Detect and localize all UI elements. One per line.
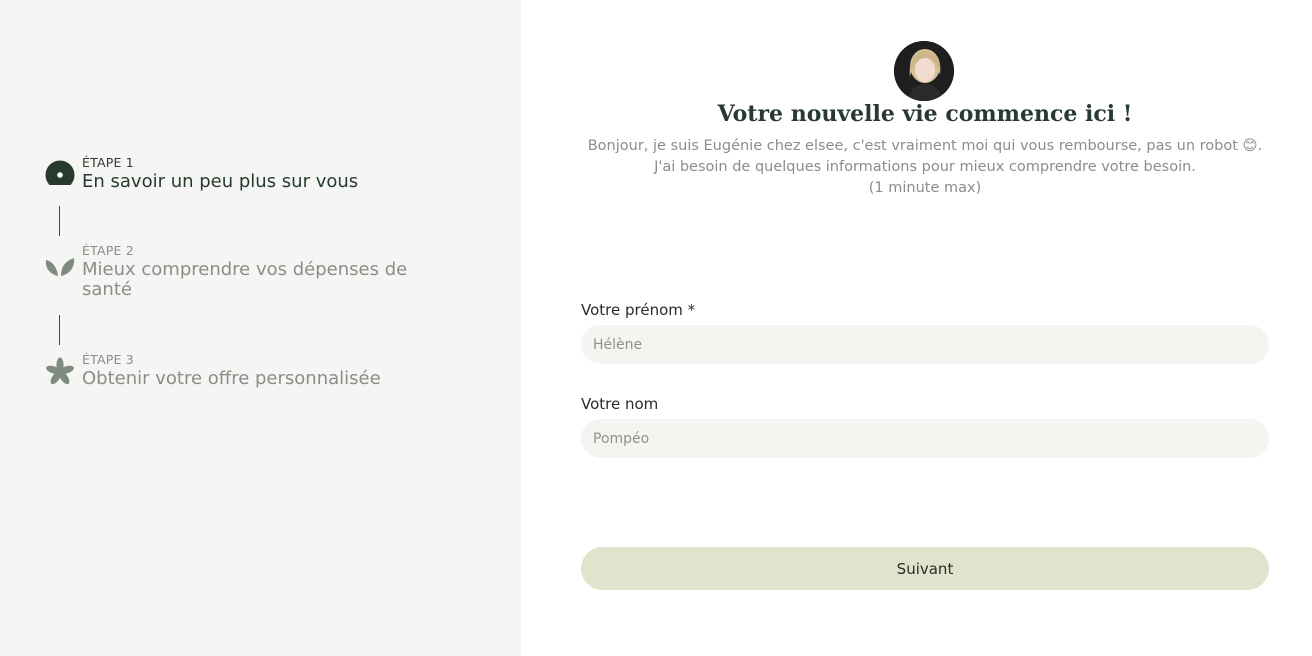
step-connector bbox=[59, 206, 60, 236]
step-3-label: ÉTAPE 3 bbox=[82, 352, 134, 367]
first-name-input[interactable] bbox=[581, 325, 1269, 364]
next-button[interactable]: Suivant bbox=[581, 547, 1269, 590]
last-name-label: Votre nom bbox=[581, 395, 659, 413]
last-name-input[interactable] bbox=[581, 419, 1269, 458]
step-3-title: Obtenir votre offre personnalisée bbox=[82, 368, 381, 389]
intro-line-3: (1 minute max) bbox=[868, 180, 982, 196]
circle-dot-icon bbox=[45, 155, 75, 190]
step-1-label: ÉTAPE 1 bbox=[82, 155, 134, 170]
page-title: Votre nouvelle vie commence ici ! bbox=[717, 101, 1133, 127]
flower-icon bbox=[45, 352, 75, 385]
first-name-label: Votre prénom * bbox=[581, 301, 696, 319]
step-2: ÉTAPE 2 Mieux comprendre vos dépenses de… bbox=[45, 243, 442, 300]
form-panel: Votre nouvelle vie commence ici ! Bonjou… bbox=[521, 0, 1312, 656]
step-connector bbox=[59, 315, 60, 345]
intro-line-1: Bonjour, je suis Eugénie chez elsee, c'e… bbox=[587, 138, 1263, 154]
leaf-icon bbox=[45, 243, 75, 276]
step-2-label: ÉTAPE 2 bbox=[82, 243, 134, 258]
step-2-title: Mieux comprendre vos dépenses de santé bbox=[82, 259, 408, 300]
progress-sidebar: ÉTAPE 1 En savoir un peu plus sur vous É… bbox=[0, 0, 521, 656]
intro-line-2: J'ai besoin de quelques informations pou… bbox=[654, 159, 1196, 175]
intro-text: Bonjour, je suis Eugénie chez elsee, c'e… bbox=[581, 136, 1269, 199]
avatar bbox=[894, 41, 954, 101]
step-1-title: En savoir un peu plus sur vous bbox=[82, 171, 359, 192]
step-3: ÉTAPE 3 Obtenir votre offre personnalisé… bbox=[45, 352, 442, 389]
step-1: ÉTAPE 1 En savoir un peu plus sur vous bbox=[45, 155, 442, 192]
